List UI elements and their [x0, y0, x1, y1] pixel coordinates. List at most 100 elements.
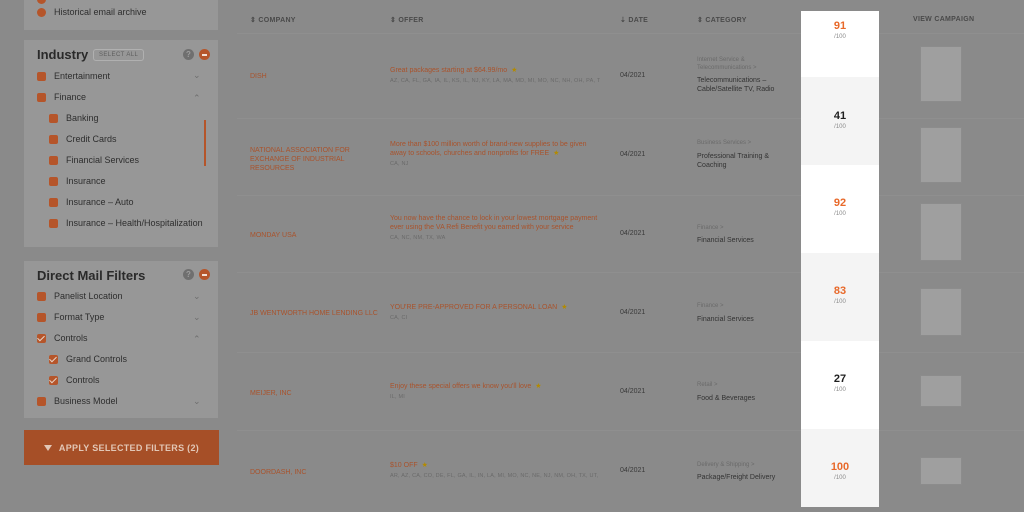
star-icon[interactable]: ★ [535, 383, 541, 390]
filter-item-controls[interactable]: Controls [37, 333, 88, 343]
star-icon[interactable]: ★ [422, 462, 428, 469]
category-parent: Finance > [697, 303, 724, 309]
offer-states: CA, NC, NM, TX, WA [390, 235, 446, 241]
column-header-offer[interactable]: ⇕ OFFER [390, 16, 424, 24]
offer-cell[interactable]: More than $100 million worth of brand-ne… [390, 140, 600, 169]
chevron-down-icon[interactable]: ⌄ [193, 70, 201, 81]
company-link[interactable]: DOORDASH, INC [250, 468, 380, 477]
filter-item-label: Finance [54, 92, 87, 102]
filter-subitem-financial-services[interactable]: Financial Services [49, 155, 139, 165]
filter-item-historical-email[interactable]: Historical email archive [37, 7, 147, 17]
filter-item-entertainment[interactable]: Entertainment [37, 71, 110, 81]
star-icon[interactable]: ★ [553, 150, 559, 157]
offer-cell[interactable]: Enjoy these special offers we know you'l… [390, 382, 600, 402]
filter-subitem-insurance[interactable]: Insurance [49, 176, 106, 186]
help-icon[interactable]: ? [183, 49, 194, 60]
score-cell: 91 /100 [801, 20, 879, 40]
company-link[interactable]: DISH [250, 72, 380, 81]
filter-item-format-type[interactable]: Format Type [37, 312, 104, 322]
checkbox-icon[interactable] [49, 197, 58, 207]
offer-text: Great packages starting at $64.99/mo [390, 67, 508, 74]
campaign-thumbnail[interactable] [920, 457, 962, 485]
collapse-section-icon[interactable] [199, 49, 210, 60]
filter-subitem-grand-controls[interactable]: Grand Controls [49, 354, 127, 364]
chevron-down-icon[interactable]: ⌄ [193, 396, 201, 407]
offer-text: $10 OFF [390, 462, 418, 469]
column-header-category[interactable]: ⇕ CATEGORY [697, 16, 747, 24]
column-header-date[interactable]: ⇣ DATE [620, 16, 648, 24]
filter-subitem-insurance-auto[interactable]: Insurance – Auto [49, 197, 134, 207]
category-parent: Internet Service & Telecommunications > [697, 57, 757, 71]
checkbox-icon[interactable] [49, 134, 58, 144]
campaign-thumbnail[interactable] [920, 46, 962, 102]
select-all-button[interactable]: SELECT ALL [93, 49, 145, 61]
campaign-thumbnail[interactable] [920, 203, 962, 261]
checkbox-icon[interactable] [49, 218, 58, 228]
chevron-up-icon[interactable]: ⌃ [193, 93, 201, 104]
offer-states: AR, AZ, CA, CO, DE, FL, GA, IL, IN, LA, … [390, 473, 600, 479]
offer-cell[interactable]: You now have the chance to lock in your … [390, 214, 600, 243]
filter-subitem-banking[interactable]: Banking [49, 113, 99, 123]
collapse-section-icon[interactable] [199, 269, 210, 280]
score-suffix: /100 [834, 211, 846, 217]
help-icon[interactable]: ? [183, 269, 194, 280]
company-link[interactable]: MEIJER, INC [250, 389, 380, 398]
column-header-company[interactable]: ⇕ COMPANY [250, 16, 296, 24]
category-cell: Food & Beverages [697, 395, 755, 402]
score-value: 100 [830, 461, 850, 473]
checkbox-icon[interactable] [49, 176, 58, 186]
checkbox-icon[interactable] [37, 71, 46, 81]
offer-states: AZ, CA, FL, GA, IA, IL, KS, IL, NJ, KY, … [390, 78, 600, 84]
category-parent: Retail > [697, 382, 718, 388]
star-icon[interactable]: ★ [511, 67, 517, 74]
star-icon[interactable]: ★ [561, 304, 567, 311]
apply-filters-button[interactable]: APPLY SELECTED FILTERS (2) [24, 430, 219, 465]
checkbox-icon[interactable] [37, 92, 46, 102]
checkbox-icon[interactable] [37, 291, 46, 301]
checkbox-checked-icon[interactable] [37, 333, 46, 343]
filter-subitem-controls[interactable]: Controls [49, 375, 100, 385]
score-suffix: /100 [834, 299, 846, 305]
company-link[interactable]: MONDAY USA [250, 231, 380, 240]
radio-icon[interactable] [37, 0, 46, 4]
radio-icon[interactable] [37, 7, 46, 17]
category-parent: Finance > [697, 225, 724, 231]
score-suffix: /100 [834, 387, 846, 393]
filter-item-business-model[interactable]: Business Model [37, 396, 118, 406]
score-cell: 92 /100 [801, 197, 879, 217]
checkbox-icon[interactable] [37, 312, 46, 322]
offer-cell[interactable]: Great packages starting at $64.99/mo ★ AZ,… [390, 66, 600, 86]
company-link[interactable]: JB WENTWORTH HOME LENDING LLC [250, 309, 380, 318]
company-link[interactable]: NATIONAL ASSOCIATION FOR EXCHANGE OF IND… [250, 146, 380, 173]
chevron-down-icon[interactable]: ⌄ [193, 312, 201, 323]
chevron-up-icon[interactable]: ⌃ [193, 334, 201, 345]
checkbox-icon[interactable] [37, 396, 46, 406]
filter-item-label: Entertainment [54, 71, 111, 81]
apply-filters-label: APPLY SELECTED FILTERS (2) [58, 442, 200, 453]
filter-item-label: Insurance – Health/Hospitalization [66, 218, 203, 228]
score-suffix: /100 [834, 475, 846, 481]
filter-subitem-insurance-health[interactable]: Insurance – Health/Hospitalization [49, 218, 203, 228]
filter-sidebar: Historical email archive Industry SELECT… [0, 0, 232, 512]
date-cell: 04/2021 [620, 309, 646, 316]
filter-item-finance[interactable]: Finance [37, 92, 86, 102]
offer-text: YOU'RE PRE-APPROVED FOR A PERSONAL LOAN [390, 304, 558, 311]
campaign-thumbnail[interactable] [920, 375, 962, 407]
filter-subitem-credit-cards[interactable]: Credit Cards [49, 134, 117, 144]
checkbox-icon[interactable] [49, 155, 58, 165]
row-divider [237, 33, 1024, 34]
industry-scrollbar[interactable] [204, 120, 206, 166]
campaign-thumbnail[interactable] [920, 127, 962, 183]
offer-cell[interactable]: YOU'RE PRE-APPROVED FOR A PERSONAL LOAN ★… [390, 303, 600, 323]
checkbox-checked-icon[interactable] [49, 354, 58, 364]
campaign-thumbnail[interactable] [920, 288, 962, 336]
checkbox-checked-icon[interactable] [49, 375, 58, 385]
score-suffix: /100 [834, 34, 846, 40]
offer-text: Enjoy these special offers we know you'l… [390, 383, 532, 390]
filter-icon [43, 444, 52, 451]
partial-item[interactable] [37, 0, 54, 4]
checkbox-icon[interactable] [49, 113, 58, 123]
offer-cell[interactable]: $10 OFF ★ AR, AZ, CA, CO, DE, FL, GA, IL, … [390, 461, 600, 481]
chevron-down-icon[interactable]: ⌄ [193, 291, 201, 302]
filter-item-panelist-location[interactable]: Panelist Location [37, 291, 123, 301]
